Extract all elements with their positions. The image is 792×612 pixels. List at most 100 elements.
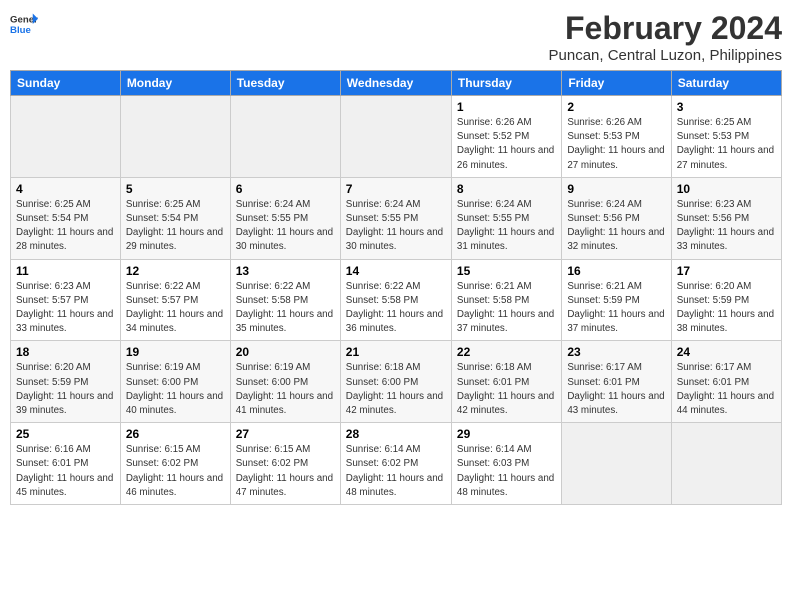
day-info: Sunrise: 6:14 AM Sunset: 6:03 PM Dayligh… — [457, 443, 556, 500]
calendar-cell: 6Sunrise: 6:24 AM Sunset: 5:55 PM Daylig… — [230, 177, 340, 259]
day-number: 11 — [16, 264, 115, 278]
calendar-cell: 20 Sunrise: 6:19 AM Sunset: 6:00 PM Dayli… — [230, 341, 340, 423]
day-info: Sunrise: 6:20 AM Sunset: 5:59 PM Dayligh… — [677, 280, 776, 337]
calendar-cell: 28Sunrise: 6:14 AM Sunset: 6:02 PM Dayli… — [340, 423, 451, 505]
day-number: 20 — [236, 345, 335, 359]
calendar-cell — [562, 423, 671, 505]
page-header: General Blue February 2024 Puncan, Centr… — [10, 10, 782, 64]
calendar-cell — [11, 96, 121, 178]
calendar-cell: 23 Sunrise: 6:17 AM Sunset: 6:01 PM Dayli… — [562, 341, 671, 423]
day-number: 23 — [567, 345, 665, 359]
day-number: 10 — [677, 182, 776, 196]
calendar-week-1: 4Sunrise: 6:25 AM Sunset: 5:54 PM Daylig… — [11, 177, 782, 259]
calendar-cell: 7 Sunrise: 6:24 AM Sunset: 5:55 PM Daylig… — [340, 177, 451, 259]
day-number: 25 — [16, 427, 115, 441]
weekday-friday: Friday — [562, 71, 671, 96]
calendar-week-4: 25 Sunrise: 6:16 AM Sunset: 6:01 PM Dayli… — [11, 423, 782, 505]
day-number: 26 — [126, 427, 225, 441]
day-info: Sunrise: 6:21 AM Sunset: 5:58 PM Dayligh… — [457, 280, 556, 337]
calendar-cell: 13 Sunrise: 6:22 AM Sunset: 5:58 PM Dayli… — [230, 259, 340, 341]
day-number: 28 — [346, 427, 446, 441]
day-info: Sunrise: 6:23 AM Sunset: 5:56 PM Dayligh… — [677, 198, 776, 255]
day-info: Sunrise: 6:23 AM Sunset: 5:57 PM Dayligh… — [16, 280, 115, 337]
calendar-cell — [120, 96, 230, 178]
day-number: 18 — [16, 345, 115, 359]
day-number: 1 — [457, 100, 556, 114]
location-title: Puncan, Central Luzon, Philippines — [549, 47, 782, 64]
calendar-cell: 2 Sunrise: 6:26 AM Sunset: 5:53 PM Daylig… — [562, 96, 671, 178]
day-number: 2 — [567, 100, 665, 114]
month-title: February 2024 — [549, 10, 782, 47]
calendar-cell: 19 Sunrise: 6:19 AM Sunset: 6:00 PM Dayli… — [120, 341, 230, 423]
calendar-cell: 5 Sunrise: 6:25 AM Sunset: 5:54 PM Daylig… — [120, 177, 230, 259]
day-number: 5 — [126, 182, 225, 196]
day-info: Sunrise: 6:22 AM Sunset: 5:58 PM Dayligh… — [236, 280, 335, 337]
weekday-monday: Monday — [120, 71, 230, 96]
day-info: Sunrise: 6:17 AM Sunset: 6:01 PM Dayligh… — [677, 361, 776, 418]
day-number: 19 — [126, 345, 225, 359]
day-number: 14 — [346, 264, 446, 278]
day-number: 6 — [236, 182, 335, 196]
calendar-cell: 8Sunrise: 6:24 AM Sunset: 5:55 PM Daylig… — [451, 177, 561, 259]
day-info: Sunrise: 6:15 AM Sunset: 6:02 PM Dayligh… — [236, 443, 335, 500]
day-info: Sunrise: 6:18 AM Sunset: 6:00 PM Dayligh… — [346, 361, 446, 418]
calendar-cell: 4Sunrise: 6:25 AM Sunset: 5:54 PM Daylig… — [11, 177, 121, 259]
day-number: 8 — [457, 182, 556, 196]
day-info: Sunrise: 6:20 AM Sunset: 5:59 PM Dayligh… — [16, 361, 115, 418]
calendar-cell: 12Sunrise: 6:22 AM Sunset: 5:57 PM Dayli… — [120, 259, 230, 341]
day-info: Sunrise: 6:26 AM Sunset: 5:53 PM Dayligh… — [567, 116, 665, 173]
logo: General Blue — [10, 10, 38, 38]
day-number: 9 — [567, 182, 665, 196]
calendar-cell: 1 Sunrise: 6:26 AM Sunset: 5:52 PM Daylig… — [451, 96, 561, 178]
day-number: 13 — [236, 264, 335, 278]
calendar-cell: 25 Sunrise: 6:16 AM Sunset: 6:01 PM Dayli… — [11, 423, 121, 505]
weekday-saturday: Saturday — [671, 71, 781, 96]
calendar-body: 1 Sunrise: 6:26 AM Sunset: 5:52 PM Daylig… — [11, 96, 782, 505]
day-info: Sunrise: 6:17 AM Sunset: 6:01 PM Dayligh… — [567, 361, 665, 418]
calendar-cell: 15 Sunrise: 6:21 AM Sunset: 5:58 PM Dayli… — [451, 259, 561, 341]
day-info: Sunrise: 6:19 AM Sunset: 6:00 PM Dayligh… — [236, 361, 335, 418]
day-info: Sunrise: 6:25 AM Sunset: 5:54 PM Dayligh… — [126, 198, 225, 255]
calendar-cell: 21 Sunrise: 6:18 AM Sunset: 6:00 PM Dayli… — [340, 341, 451, 423]
calendar-cell — [230, 96, 340, 178]
day-info: Sunrise: 6:26 AM Sunset: 5:52 PM Dayligh… — [457, 116, 556, 173]
day-number: 7 — [346, 182, 446, 196]
calendar-cell: 27 Sunrise: 6:15 AM Sunset: 6:02 PM Dayli… — [230, 423, 340, 505]
calendar-cell: 22 Sunrise: 6:18 AM Sunset: 6:01 PM Dayli… — [451, 341, 561, 423]
day-number: 15 — [457, 264, 556, 278]
weekday-thursday: Thursday — [451, 71, 561, 96]
weekday-wednesday: Wednesday — [340, 71, 451, 96]
calendar-cell: 9 Sunrise: 6:24 AM Sunset: 5:56 PM Daylig… — [562, 177, 671, 259]
calendar-cell: 16Sunrise: 6:21 AM Sunset: 5:59 PM Dayli… — [562, 259, 671, 341]
calendar-cell: 29 Sunrise: 6:14 AM Sunset: 6:03 PM Dayli… — [451, 423, 561, 505]
calendar-cell — [671, 423, 781, 505]
calendar-week-2: 11 Sunrise: 6:23 AM Sunset: 5:57 PM Dayli… — [11, 259, 782, 341]
title-area: February 2024 Puncan, Central Luzon, Phi… — [549, 10, 782, 64]
calendar-cell: 17 Sunrise: 6:20 AM Sunset: 5:59 PM Dayli… — [671, 259, 781, 341]
weekday-sunday: Sunday — [11, 71, 121, 96]
day-number: 22 — [457, 345, 556, 359]
day-number: 29 — [457, 427, 556, 441]
calendar-cell: 24Sunrise: 6:17 AM Sunset: 6:01 PM Dayli… — [671, 341, 781, 423]
day-info: Sunrise: 6:24 AM Sunset: 5:56 PM Dayligh… — [567, 198, 665, 255]
calendar-cell: 14 Sunrise: 6:22 AM Sunset: 5:58 PM Dayli… — [340, 259, 451, 341]
calendar-week-0: 1 Sunrise: 6:26 AM Sunset: 5:52 PM Daylig… — [11, 96, 782, 178]
weekday-header-row: SundayMondayTuesdayWednesdayThursdayFrid… — [11, 71, 782, 96]
day-number: 27 — [236, 427, 335, 441]
day-info: Sunrise: 6:18 AM Sunset: 6:01 PM Dayligh… — [457, 361, 556, 418]
day-info: Sunrise: 6:22 AM Sunset: 5:57 PM Dayligh… — [126, 280, 225, 337]
day-number: 17 — [677, 264, 776, 278]
day-info: Sunrise: 6:25 AM Sunset: 5:54 PM Dayligh… — [16, 198, 115, 255]
day-info: Sunrise: 6:24 AM Sunset: 5:55 PM Dayligh… — [346, 198, 446, 255]
logo-icon: General Blue — [10, 10, 38, 38]
calendar-cell — [340, 96, 451, 178]
day-number: 3 — [677, 100, 776, 114]
day-info: Sunrise: 6:22 AM Sunset: 5:58 PM Dayligh… — [346, 280, 446, 337]
day-number: 21 — [346, 345, 446, 359]
svg-text:Blue: Blue — [10, 25, 31, 36]
day-info: Sunrise: 6:16 AM Sunset: 6:01 PM Dayligh… — [16, 443, 115, 500]
weekday-tuesday: Tuesday — [230, 71, 340, 96]
day-info: Sunrise: 6:25 AM Sunset: 5:53 PM Dayligh… — [677, 116, 776, 173]
calendar-cell: 3 Sunrise: 6:25 AM Sunset: 5:53 PM Daylig… — [671, 96, 781, 178]
day-info: Sunrise: 6:19 AM Sunset: 6:00 PM Dayligh… — [126, 361, 225, 418]
